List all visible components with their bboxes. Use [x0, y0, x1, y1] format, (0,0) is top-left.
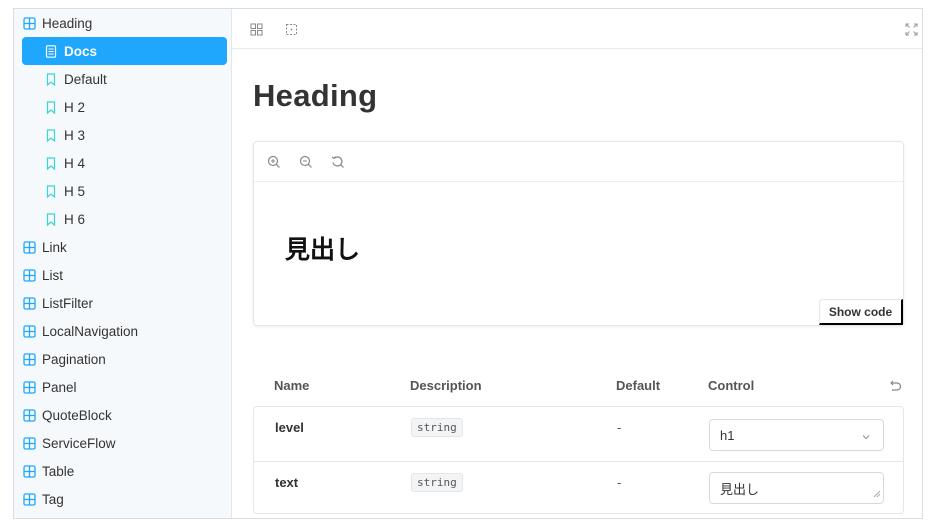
- column-header-control: Control: [708, 378, 755, 393]
- sidebar-item-label: Table: [42, 463, 75, 479]
- preview-toolbar: [254, 142, 903, 182]
- component-icon: [22, 16, 36, 30]
- sidebar-item-label: ServiceFlow: [42, 435, 116, 451]
- component-icon: [22, 464, 36, 478]
- sidebar-item-label: LocalNavigation: [42, 323, 139, 339]
- show-code-button[interactable]: Show code: [819, 299, 903, 325]
- component-icon: [22, 296, 36, 310]
- arg-type-badge: string: [411, 473, 463, 492]
- level-select[interactable]: h1: [709, 419, 884, 451]
- app-frame: Heading Docs Default H 2 H 3 H 4 H 5 H 6…: [13, 8, 923, 519]
- preview-heading-text: 見出し: [285, 235, 361, 264]
- bookmark-icon: [44, 156, 58, 170]
- arg-name: text: [275, 475, 299, 490]
- sidebar: Heading Docs Default H 2 H 3 H 4 H 5 H 6…: [14, 9, 232, 518]
- component-icon: [22, 324, 36, 338]
- sidebar-item-label: Pagination: [42, 351, 106, 367]
- textarea-value: 見出し: [720, 481, 760, 497]
- undo-icon[interactable]: [887, 378, 903, 394]
- bookmark-icon: [44, 184, 58, 198]
- column-header-name: Name: [274, 378, 310, 393]
- args-table: level string - h1 text string - 見出し: [253, 406, 904, 514]
- sidebar-item-tag[interactable]: Tag: [22, 485, 227, 513]
- column-header-description: Description: [410, 378, 482, 393]
- sidebar-item-heading[interactable]: Heading: [22, 9, 227, 37]
- component-icon: [22, 408, 36, 422]
- component-icon: [22, 492, 36, 506]
- sidebar-item-label: H 4: [64, 155, 86, 171]
- sidebar-item-link[interactable]: Link: [22, 233, 227, 261]
- sidebar-item-label: Docs: [64, 43, 98, 59]
- resize-handle-icon[interactable]: [873, 486, 881, 501]
- text-textarea[interactable]: 見出し: [709, 472, 884, 504]
- zoom-reset-icon[interactable]: [330, 154, 346, 170]
- outline-icon[interactable]: [284, 22, 298, 36]
- sidebar-item-label: Tag: [42, 491, 64, 507]
- component-icon: [22, 436, 36, 450]
- fullscreen-icon[interactable]: [904, 22, 918, 36]
- main-panel: Heading 見出し Show code Name Description D…: [232, 9, 922, 518]
- sidebar-item-h4[interactable]: H 4: [22, 149, 227, 177]
- bookmark-icon: [44, 212, 58, 226]
- sidebar-item-serviceflow[interactable]: ServiceFlow: [22, 429, 227, 457]
- arg-type-badge: string: [411, 418, 463, 437]
- sidebar-item-label: H 3: [64, 127, 86, 143]
- story-preview: 見出し Show code: [253, 141, 904, 326]
- sidebar-item-listfilter[interactable]: ListFilter: [22, 289, 227, 317]
- document-icon: [44, 44, 58, 58]
- arg-default: -: [617, 420, 622, 435]
- sidebar-item-label: Panel: [42, 379, 77, 395]
- sidebar-item-table[interactable]: Table: [22, 457, 227, 485]
- bookmark-icon: [44, 128, 58, 142]
- sidebar-item-list[interactable]: List: [22, 261, 227, 289]
- zoom-out-icon[interactable]: [298, 154, 314, 170]
- page-title: Heading: [253, 78, 378, 113]
- sidebar-item-label: H 6: [64, 211, 86, 227]
- arg-name: level: [275, 420, 304, 435]
- sidebar-item-label: H 2: [64, 99, 86, 115]
- sidebar-item-label: Heading: [42, 15, 93, 31]
- sidebar-item-pagination[interactable]: Pagination: [22, 345, 227, 373]
- sidebar-item-label: H 5: [64, 183, 86, 199]
- sidebar-item-h5[interactable]: H 5: [22, 177, 227, 205]
- sidebar-item-label: Link: [42, 239, 67, 255]
- grid-icon[interactable]: [249, 22, 263, 36]
- arg-default: -: [617, 475, 622, 490]
- sidebar-item-panel[interactable]: Panel: [22, 373, 227, 401]
- bookmark-icon: [44, 100, 58, 114]
- component-icon: [22, 352, 36, 366]
- column-header-default: Default: [616, 378, 661, 393]
- sidebar-item-label: Default: [64, 71, 107, 87]
- sidebar-item-label: List: [42, 267, 64, 283]
- component-icon: [22, 380, 36, 394]
- sidebar-item-localnavigation[interactable]: LocalNavigation: [22, 317, 227, 345]
- sidebar-item-label: ListFilter: [42, 295, 94, 311]
- select-value: h1: [720, 427, 735, 443]
- chevron-down-icon: [861, 430, 871, 445]
- sidebar-item-h6[interactable]: H 6: [22, 205, 227, 233]
- toolbar: [232, 9, 922, 49]
- sidebar-item-h2[interactable]: H 2: [22, 93, 227, 121]
- bookmark-icon: [44, 72, 58, 86]
- sidebar-item-h3[interactable]: H 3: [22, 121, 227, 149]
- component-icon: [22, 240, 36, 254]
- component-icon: [22, 268, 36, 282]
- zoom-in-icon[interactable]: [266, 154, 282, 170]
- sidebar-item-default[interactable]: Default: [22, 65, 227, 93]
- table-row: level string - h1: [254, 407, 903, 461]
- sidebar-item-label: QuoteBlock: [42, 407, 112, 423]
- sidebar-item-quoteblock[interactable]: QuoteBlock: [22, 401, 227, 429]
- sidebar-item-docs[interactable]: Docs: [22, 37, 227, 65]
- table-row: text string - 見出し: [254, 461, 903, 515]
